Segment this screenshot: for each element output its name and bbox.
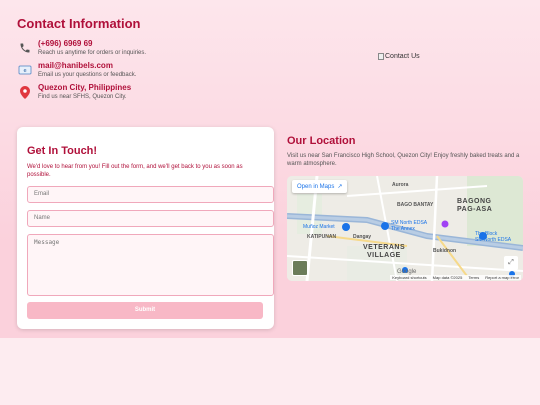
phone-icon — [17, 40, 33, 56]
contact-email: e mail@hanibels.com Email us your questi… — [17, 61, 136, 79]
map-label-sm-north-edsa: SM North EDSA — [475, 237, 512, 243]
map-shortcuts-link[interactable]: Keyboard shortcuts — [392, 275, 426, 280]
email-address[interactable]: mail@hanibels.com — [38, 61, 136, 71]
map-report-link[interactable]: Report a map error — [485, 275, 519, 280]
mail-icon: e — [17, 62, 33, 78]
email-note: Email us your questions or feedback. — [38, 72, 137, 78]
location-note: Find us near SFHS, Quezon City. — [38, 94, 127, 100]
map-label-bago-bantay: BAGO BANTAY — [397, 202, 434, 208]
submit-button[interactable]: Submit — [27, 302, 263, 319]
email-field[interactable]: Email — [27, 186, 274, 203]
form-description: We'd love to hear from you! Fill out the… — [27, 164, 243, 178]
map-label-bagong: BAGONG — [457, 198, 492, 205]
map-label-dangay: Dangay — [353, 234, 372, 240]
broken-image-icon — [378, 53, 384, 60]
contact-image: Contact Us — [378, 53, 420, 60]
map-embed[interactable]: Open in Maps ↗ Aurora BAGONG PAG-ASA BAG… — [287, 176, 523, 281]
external-link-icon: ↗ — [337, 184, 343, 190]
form-title: Get In Touch! — [27, 145, 98, 157]
footer-band — [0, 338, 540, 405]
contact-form-card: Get In Touch! We'd love to hear from you… — [17, 127, 274, 329]
location-description: Visit us near San Francisco High School,… — [287, 153, 520, 167]
map-footer: Keyboard shortcuts Map data ©2025 Terms … — [390, 275, 521, 280]
name-field[interactable]: Name — [27, 210, 274, 227]
contact-location: Quezon City, Philippines Find us near SF… — [17, 83, 131, 101]
map-label-pag-asa: PAG-ASA — [457, 206, 493, 213]
map-label-aurora: Aurora — [392, 182, 409, 188]
message-field[interactable]: Message — [27, 234, 274, 296]
map-label-annex: The Annex — [391, 226, 415, 232]
map-terms-link[interactable]: Terms — [468, 275, 479, 280]
location-title: Our Location — [287, 135, 356, 147]
open-in-maps-label: Open in Maps — [297, 183, 335, 190]
svg-text:e: e — [23, 68, 26, 74]
map-label-bukidnon: Bukidnon — [433, 248, 457, 254]
pin-icon — [17, 84, 33, 100]
contact-title: Contact Information — [17, 16, 141, 31]
map-label-katipunan: KATIPUNAN — [307, 234, 337, 240]
phone-number: (+696) 6969 69 — [38, 39, 93, 48]
phone-note: Reach us anytime for orders or inquiries… — [38, 50, 147, 56]
map-label-village: VILLAGE — [367, 252, 401, 259]
location-text: Quezon City, Philippines — [38, 83, 132, 92]
contact-phone: (+696) 6969 69 Reach us anytime for orde… — [17, 39, 146, 57]
map-label-veterans: VETERANS — [363, 244, 406, 251]
satellite-toggle[interactable] — [292, 260, 308, 276]
map-data-text: Map data ©2025 — [432, 275, 463, 280]
fullscreen-icon[interactable]: ⤢ — [504, 256, 518, 270]
contact-image-alt: Contact Us — [385, 53, 420, 60]
open-in-maps-button[interactable]: Open in Maps ↗ — [292, 180, 348, 193]
map-label-munoz: Muñoz Market — [303, 224, 335, 230]
